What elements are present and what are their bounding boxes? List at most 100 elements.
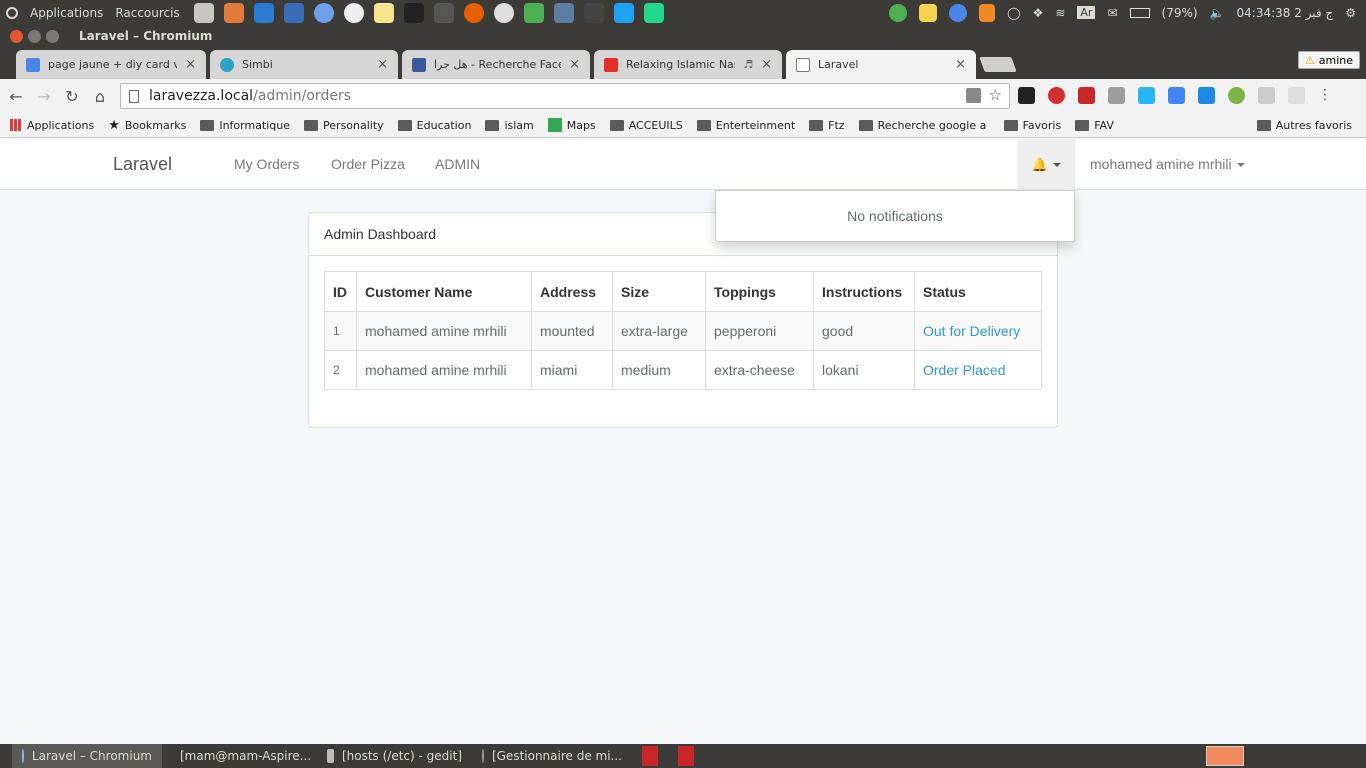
bookmark-ftz[interactable]: Ftz [809, 119, 845, 132]
tasks-icon[interactable] [523, 2, 544, 23]
folder-app-icon[interactable] [223, 2, 244, 23]
battery-icon[interactable] [1129, 7, 1150, 18]
power-gear-icon[interactable]: ⚙ [1345, 6, 1356, 20]
tab-laravel[interactable]: Laravel × [786, 50, 976, 79]
window-maximize-button[interactable] [46, 29, 59, 43]
clock[interactable]: 04:34:38 2 ج فبر [1237, 6, 1334, 20]
pycharm-icon[interactable] [643, 2, 664, 23]
virtualbox-icon[interactable] [283, 2, 304, 23]
inkscape-icon[interactable] [403, 2, 424, 23]
window-close-button[interactable] [10, 29, 23, 43]
tab-facebook-search[interactable]: هل جرا - Recherche Facebo × [402, 50, 590, 79]
vlc-icon[interactable] [979, 3, 996, 22]
bookmark-applications[interactable]: Applications [10, 119, 94, 132]
volume-icon[interactable]: 🔈 [1210, 6, 1225, 20]
show-desktop-chromium-icon[interactable] [1206, 746, 1244, 766]
bookmark-favoris[interactable]: Favoris [1003, 119, 1061, 132]
battery-percent: (79%) [1161, 5, 1198, 20]
bookmark-islam[interactable]: islam [485, 119, 534, 132]
tab-close-icon[interactable]: × [185, 57, 196, 72]
browser-menu-icon[interactable]: ⋮ [1318, 87, 1335, 104]
bookmark-fav[interactable]: FAV [1075, 119, 1114, 132]
home-icon[interactable]: ⌂ [88, 87, 112, 106]
task-gedit[interactable]: [hosts (/etc) - gedit] [317, 744, 472, 768]
tab-audio-icon[interactable]: ♬ [743, 58, 753, 71]
bookmark-informatique[interactable]: Informatique [200, 119, 290, 132]
task-file-manager[interactable]: [Gestionnaire de mi... [472, 744, 632, 768]
os-menu-applications[interactable]: Applications [30, 6, 103, 20]
sublime-icon[interactable] [583, 2, 604, 23]
order-status-link[interactable]: Out for Delivery [923, 323, 1020, 339]
task-chromium[interactable]: Laravel – Chromium [12, 744, 162, 768]
new-tab-button[interactable] [979, 57, 1017, 72]
chat-extension-icon[interactable] [1258, 87, 1275, 104]
monitor-app-icon[interactable] [553, 2, 574, 23]
bookmark-bookmarks[interactable]: ★ Bookmarks [108, 118, 186, 133]
keyboard-layout[interactable]: Ar [1077, 6, 1096, 19]
profile-chip[interactable]: ⚠ amine [1297, 51, 1360, 69]
back-arrow-icon[interactable]: ← [4, 87, 28, 106]
reload-icon[interactable]: ↻ [60, 87, 84, 106]
order-status-link[interactable]: Order Placed [923, 362, 1005, 378]
tab-close-icon[interactable]: × [955, 57, 966, 72]
vscode-icon[interactable] [253, 2, 274, 23]
order-id: 1 [324, 311, 357, 351]
apps-menu-icon[interactable] [6, 6, 18, 19]
wifi-icon[interactable]: ≋ [1055, 6, 1065, 20]
firefox-icon[interactable] [463, 2, 484, 23]
nav-my-orders[interactable]: My Orders [234, 156, 299, 172]
extension-blue-icon[interactable] [1138, 87, 1155, 104]
forward-arrow-icon[interactable]: → [32, 87, 56, 106]
tab-close-icon[interactable]: × [761, 57, 772, 72]
page-info-icon[interactable] [129, 89, 139, 103]
mail-icon[interactable]: ✉ [1107, 6, 1117, 20]
column-header: Address [531, 271, 613, 312]
workspace-red-icon[interactable] [678, 746, 694, 766]
bookmark-other[interactable]: Autres favoris [1256, 119, 1352, 132]
nav-order-pizza[interactable]: Order Pizza [331, 156, 405, 172]
bookmark-star-icon[interactable]: ☆ [989, 86, 1002, 104]
user-dropdown-toggle[interactable]: mohamed amine mrhili [1090, 156, 1245, 172]
hi-extension-icon[interactable] [1198, 87, 1215, 104]
checkmark-app-icon[interactable] [493, 2, 514, 23]
nav-admin[interactable]: ADMIN [435, 156, 480, 172]
extension-square-icon[interactable] [1018, 87, 1035, 104]
crosshair-extension-icon[interactable] [1288, 87, 1305, 104]
lightbulb-icon[interactable]: ◯ [1007, 6, 1020, 20]
tray-weather-icon[interactable] [949, 3, 968, 22]
tab-page-jaune[interactable]: page jaune + diy card v + w × [16, 50, 206, 79]
tab-simbi[interactable]: Simbi × [210, 50, 398, 79]
bookmark-enterteinment[interactable]: Enterteinment [696, 119, 795, 132]
bookmark-education[interactable]: Education [397, 119, 471, 132]
tab-youtube-nasheed[interactable]: Relaxing Islamic Nashe ♬ × [594, 50, 782, 79]
translate-icon[interactable] [966, 88, 981, 103]
opera-icon[interactable] [343, 2, 364, 23]
notes-icon[interactable] [373, 2, 394, 23]
bookmark-maps[interactable]: Maps [547, 118, 596, 132]
chromium-icon[interactable] [313, 2, 334, 23]
task-terminal[interactable]: [mam@mam-Aspire... [162, 744, 317, 768]
workspace-red-icon[interactable] [642, 746, 658, 766]
address-bar[interactable]: laravezza.local/admin/orders ☆ [120, 83, 1010, 109]
window-minimize-button[interactable] [28, 29, 41, 43]
notifications-toggle[interactable]: 🔔 [1018, 139, 1075, 190]
adblock-icon[interactable] [1048, 87, 1065, 104]
bookmark-personality[interactable]: Personality [304, 119, 384, 132]
bookmark-acceuils[interactable]: ACCEUILS [609, 119, 683, 132]
dropbox-icon[interactable]: ❖ [1033, 6, 1044, 20]
gimp-icon[interactable] [433, 2, 454, 23]
shield-icon[interactable] [1108, 87, 1125, 104]
folder-icon [696, 119, 711, 131]
os-menu-raccourcis[interactable]: Raccourcis [115, 6, 179, 20]
tray-cat-icon[interactable] [919, 3, 938, 22]
tab-close-icon[interactable]: × [569, 57, 580, 72]
tab-close-icon[interactable]: × [377, 57, 388, 72]
file-cabinet-icon[interactable] [193, 2, 214, 23]
extension-green-icon[interactable] [1228, 87, 1245, 104]
extension-red-icon[interactable] [1078, 87, 1095, 104]
bookmark-recherche-google[interactable]: Recherche google a tr [858, 119, 990, 132]
google-translate-icon[interactable] [1168, 87, 1185, 104]
tray-app-icon[interactable] [889, 3, 908, 22]
webstorm-icon[interactable] [613, 2, 634, 23]
navbar-brand[interactable]: Laravel [113, 154, 172, 175]
